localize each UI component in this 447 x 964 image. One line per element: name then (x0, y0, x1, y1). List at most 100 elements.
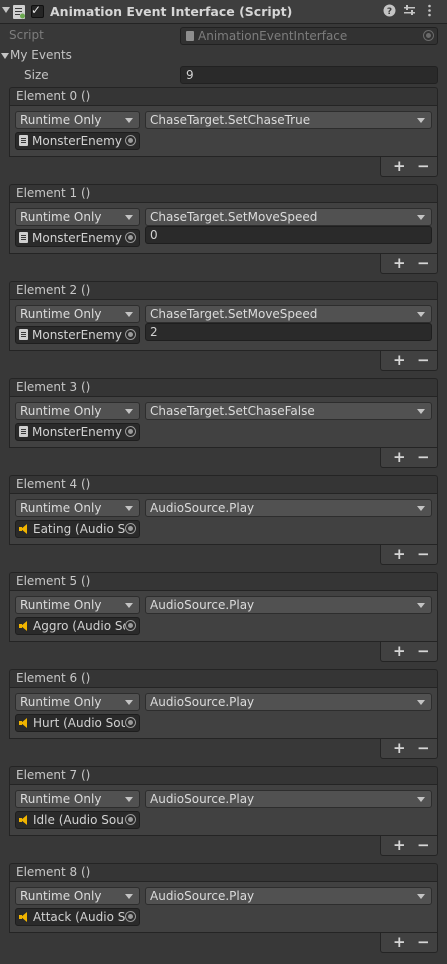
object-picker-icon[interactable] (125, 523, 136, 534)
function-dropdown[interactable]: AudioSource.Play (145, 596, 432, 614)
chevron-down-icon (417, 118, 425, 123)
help-icon[interactable]: ? (382, 4, 396, 18)
call-state-dropdown[interactable]: Runtime Only (15, 111, 140, 129)
add-element-button[interactable]: + (393, 739, 406, 757)
add-element-button[interactable]: + (393, 545, 406, 563)
function-dropdown[interactable]: AudioSource.Play (145, 790, 432, 808)
list-footer: + − (380, 933, 438, 953)
my-events-label[interactable]: My Events (10, 48, 72, 62)
call-state-dropdown[interactable]: Runtime Only (15, 596, 140, 614)
list-footer: + − (380, 157, 438, 177)
component-header: ✓ Animation Event Interface (Script) ? (0, 0, 447, 24)
function-value: AudioSource.Play (150, 501, 255, 515)
chevron-down-icon (125, 797, 133, 802)
remove-element-button[interactable]: − (417, 642, 430, 660)
add-element-button[interactable]: + (393, 642, 406, 660)
function-dropdown[interactable]: AudioSource.Play (145, 887, 432, 905)
audio-source-icon (19, 912, 29, 922)
argument-field[interactable]: 0 (145, 226, 432, 244)
function-dropdown[interactable]: ChaseTarget.SetChaseTrue (145, 111, 432, 129)
call-state-dropdown[interactable]: Runtime Only (15, 208, 140, 226)
remove-element-button[interactable]: − (417, 836, 430, 854)
target-object-field[interactable]: Aggro (Audio So (15, 617, 140, 635)
chevron-down-icon (417, 894, 425, 899)
call-state-dropdown[interactable]: Runtime Only (15, 499, 140, 517)
target-object-field[interactable]: Attack (Audio Sc (15, 908, 140, 926)
call-state-dropdown[interactable]: Runtime Only (15, 693, 140, 711)
call-state-value: Runtime Only (20, 501, 102, 515)
call-state-value: Runtime Only (20, 889, 102, 903)
target-object-field[interactable]: MonsterEnemy ( (15, 229, 140, 247)
foldout-arrow-icon[interactable] (2, 7, 10, 13)
call-state-value: Runtime Only (20, 307, 102, 321)
remove-element-button[interactable]: − (417, 254, 430, 272)
target-object-field[interactable]: MonsterEnemy ( (15, 132, 140, 150)
chevron-down-icon (125, 700, 133, 705)
remove-element-button[interactable]: − (417, 739, 430, 757)
argument-field[interactable]: 2 (145, 323, 432, 341)
element-body: Runtime Only AudioSource.Play Idle (Audi… (9, 785, 438, 836)
element-header[interactable]: Element 2 () (9, 281, 438, 300)
add-element-button[interactable]: + (393, 448, 406, 466)
target-object-field[interactable]: MonsterEnemy ( (15, 326, 140, 344)
chevron-down-icon (125, 506, 133, 511)
call-state-dropdown[interactable]: Runtime Only (15, 402, 140, 420)
function-dropdown[interactable]: AudioSource.Play (145, 693, 432, 711)
element-body: Runtime Only ChaseTarget.SetChaseTrue Mo… (9, 106, 438, 157)
call-state-value: Runtime Only (20, 598, 102, 612)
target-object-field[interactable]: MonsterEnemy ( (15, 423, 140, 441)
element-body: Runtime Only AudioSource.Play Hurt (Audi… (9, 688, 438, 739)
object-picker-icon[interactable] (125, 329, 136, 340)
events-foldout-arrow-icon[interactable] (1, 53, 9, 59)
enabled-checkbox[interactable]: ✓ (31, 3, 44, 18)
object-picker-icon[interactable] (125, 814, 136, 825)
list-footer: + − (380, 351, 438, 371)
remove-element-button[interactable]: − (417, 448, 430, 466)
script-icon (19, 329, 28, 340)
element-header[interactable]: Element 3 () (9, 378, 438, 397)
target-object-field[interactable]: Idle (Audio Sourc (15, 811, 140, 829)
element-header[interactable]: Element 5 () (9, 572, 438, 591)
target-object-name: Idle (Audio Sourc (33, 813, 125, 827)
object-picker-icon[interactable] (125, 232, 136, 243)
target-object-field[interactable]: Hurt (Audio Sour (15, 714, 140, 732)
object-picker-icon[interactable] (125, 717, 136, 728)
function-dropdown[interactable]: ChaseTarget.SetChaseFalse (145, 402, 432, 420)
object-picker-icon[interactable] (125, 911, 136, 922)
element-body: Runtime Only AudioSource.Play Aggro (Aud… (9, 591, 438, 642)
element-header[interactable]: Element 0 () (9, 87, 438, 106)
add-element-button[interactable]: + (393, 157, 406, 175)
element-header[interactable]: Element 7 () (9, 766, 438, 785)
remove-element-button[interactable]: − (417, 933, 430, 951)
kebab-menu-icon[interactable] (422, 4, 436, 18)
call-state-dropdown[interactable]: Runtime Only (15, 305, 140, 323)
list-footer: + − (380, 448, 438, 468)
function-dropdown[interactable]: ChaseTarget.SetMoveSpeed (145, 305, 432, 323)
add-element-button[interactable]: + (393, 254, 406, 272)
call-state-dropdown[interactable]: Runtime Only (15, 790, 140, 808)
element-header[interactable]: Element 1 () (9, 184, 438, 203)
object-picker-icon[interactable] (125, 135, 136, 146)
remove-element-button[interactable]: − (417, 351, 430, 369)
target-object-name: MonsterEnemy ( (32, 425, 124, 439)
chevron-down-icon (125, 894, 133, 899)
element-header[interactable]: Element 8 () (9, 863, 438, 882)
call-state-dropdown[interactable]: Runtime Only (15, 887, 140, 905)
remove-element-button[interactable]: − (417, 157, 430, 175)
element-header[interactable]: Element 4 () (9, 475, 438, 494)
add-element-button[interactable]: + (393, 836, 406, 854)
target-object-field[interactable]: Eating (Audio So (15, 520, 140, 538)
element-header[interactable]: Element 6 () (9, 669, 438, 688)
add-element-button[interactable]: + (393, 351, 406, 369)
remove-element-button[interactable]: − (417, 545, 430, 563)
add-element-button[interactable]: + (393, 933, 406, 951)
object-picker-icon[interactable] (125, 620, 136, 631)
target-object-name: MonsterEnemy ( (32, 328, 124, 342)
object-picker-icon[interactable] (125, 426, 136, 437)
preset-icon[interactable] (402, 4, 416, 18)
script-icon (19, 135, 28, 146)
function-dropdown[interactable]: AudioSource.Play (145, 499, 432, 517)
function-dropdown[interactable]: ChaseTarget.SetMoveSpeed (145, 208, 432, 226)
size-field[interactable]: 9 (180, 66, 438, 84)
function-value: ChaseTarget.SetMoveSpeed (150, 307, 318, 321)
